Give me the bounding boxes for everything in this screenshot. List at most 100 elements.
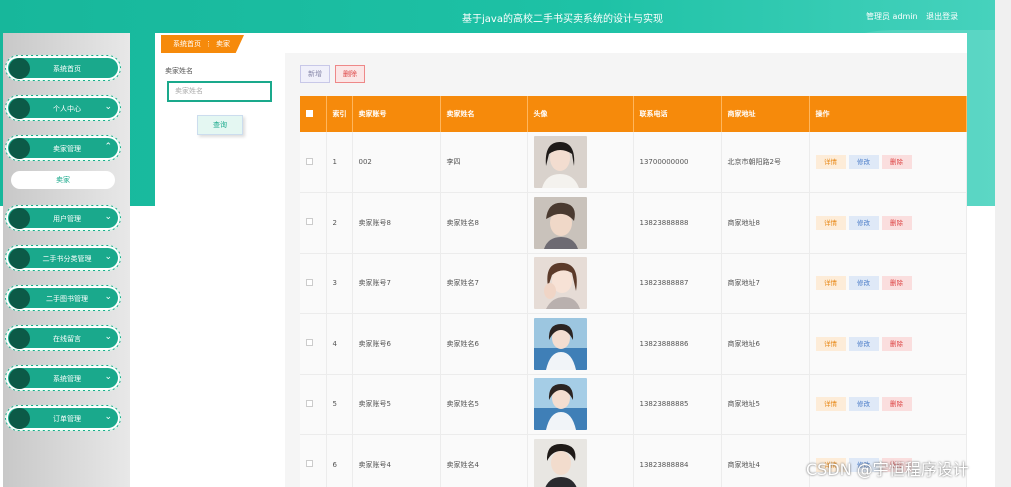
table-row: 5 卖家账号5 卖家姓名5 13823888885 商家地址5 详情 修改 删除 [300, 374, 967, 435]
row-delete-button[interactable]: 删除 [881, 215, 912, 230]
seller-name-search-input[interactable]: 卖家姓名 [167, 81, 272, 102]
chevron-down-icon: ⌄ [104, 292, 112, 302]
sidebar-item-home[interactable]: 系统首页 [5, 55, 121, 81]
detail-button[interactable]: 详情 [815, 215, 846, 230]
table-row: 4 卖家账号6 卖家姓名6 13823888886 商家地址6 详情 修改 删除 [300, 313, 967, 375]
column-header: 索引 [326, 96, 353, 132]
sidebar-item-label: 个人中心 [53, 105, 81, 113]
cell-actions: 详情 修改 删除 [809, 132, 967, 193]
column-header: 卖家姓名 [440, 96, 528, 132]
delete-button[interactable]: 删除 [335, 65, 365, 83]
cell-actions: 详情 修改 删除 [809, 313, 967, 375]
row-checkbox[interactable] [306, 157, 313, 165]
row-checkbox[interactable] [306, 278, 313, 286]
edit-button[interactable]: 修改 [848, 155, 879, 169]
sidebar-item-messages[interactable]: 在线留言 ⌄ [5, 325, 121, 351]
chevron-down-icon: ⌄ [104, 332, 112, 342]
menu-dot-icon [9, 208, 30, 229]
cell-phone: 13700000000 [633, 132, 722, 193]
column-header: 头像 [527, 96, 634, 132]
cell-name: 卖家姓名5 [440, 374, 528, 435]
avatar [533, 438, 587, 487]
detail-button[interactable]: 详情 [815, 276, 846, 291]
cell-name: 卖家姓名6 [440, 313, 528, 375]
sidebar-subitem-seller[interactable]: 卖家 [11, 171, 115, 189]
detail-button[interactable]: 详情 [815, 397, 846, 412]
logout-link[interactable]: 退出登录 [926, 12, 958, 21]
cell-account: 卖家账号8 [352, 192, 441, 254]
cell-account: 卖家账号6 [352, 313, 441, 375]
cell-phone: 13823888886 [633, 313, 722, 375]
cell-address: 商家地址6 [721, 313, 810, 375]
sidebar-item-label: 系统首页 [53, 65, 81, 73]
detail-button[interactable]: 详情 [815, 155, 846, 169]
user-label: 管理员 admin [866, 12, 918, 21]
user-bar: 管理员 admin 退出登录 [866, 11, 964, 22]
edit-button[interactable]: 修改 [848, 336, 879, 351]
cell-account: 002 [352, 132, 441, 193]
cell-address: 商家地址5 [721, 374, 810, 435]
cell-avatar [527, 434, 634, 487]
row-checkbox[interactable] [306, 339, 313, 347]
sidebar-item-label: 订单管理 [53, 415, 81, 423]
row-delete-button[interactable]: 删除 [881, 336, 912, 351]
seller-table: 索引 卖家账号 卖家姓名 头像 联系电话 商家地址 操作 1 002 李四 13… [300, 96, 967, 487]
sidebar-item-orders[interactable]: 订单管理 ⌄ [5, 405, 121, 431]
add-button[interactable]: 新增 [300, 65, 330, 83]
page-scrollbar[interactable] [995, 0, 1011, 487]
sidebar-item-user-management[interactable]: 用户管理 ⌄ [5, 205, 121, 231]
cell-address: 商家地址8 [721, 192, 810, 254]
chevron-down-icon: ⌄ [104, 212, 112, 222]
cell-address: 商家地址7 [721, 253, 810, 314]
row-delete-button[interactable]: 删除 [881, 276, 912, 291]
row-checkbox[interactable] [306, 460, 313, 468]
row-checkbox[interactable] [306, 399, 313, 407]
sidebar-item-profile[interactable]: 个人中心 ⌄ [5, 95, 121, 121]
edit-button[interactable]: 修改 [848, 215, 879, 230]
cell-index: 5 [326, 374, 353, 435]
sidebar-item-seller-management[interactable]: 卖家管理 ⌃ [5, 135, 121, 161]
chevron-down-icon: ⌄ [104, 252, 112, 262]
cell-avatar [527, 192, 634, 254]
breadcrumb: 系统首页 ⋮ 卖家 [161, 35, 244, 53]
breadcrumb-separator: ⋮ [205, 40, 212, 48]
sidebar-item-system[interactable]: 系统管理 ⌄ [5, 365, 121, 391]
app-page: 基于java的高校二手书买卖系统的设计与实现 管理员 admin 退出登录 系统… [0, 0, 1011, 487]
cell-index: 3 [326, 253, 353, 314]
chevron-down-icon: ⌄ [104, 102, 112, 112]
select-all-header[interactable] [300, 96, 327, 132]
column-header: 操作 [809, 96, 967, 132]
watermark: CSDN @宇恒程序设计 [806, 460, 969, 479]
cell-avatar [527, 374, 634, 435]
cell-phone: 13823888887 [633, 253, 722, 314]
detail-button[interactable]: 详情 [815, 336, 846, 351]
breadcrumb-home[interactable]: 系统首页 [173, 40, 201, 48]
cell-actions: 详情 修改 删除 [809, 253, 967, 314]
edit-button[interactable]: 修改 [848, 397, 879, 412]
edit-button[interactable]: 修改 [848, 276, 879, 291]
cell-index: 6 [326, 434, 353, 487]
chevron-down-icon: ⌄ [104, 372, 112, 382]
sidebar-item-label: 二手图书管理 [46, 295, 88, 303]
menu-dot-icon [9, 98, 30, 119]
cell-address: 北京市朝阳路2号 [721, 132, 810, 193]
row-checkbox[interactable] [306, 218, 313, 226]
cell-actions: 详情 修改 删除 [809, 374, 967, 435]
menu-dot-icon [9, 248, 30, 269]
table-row: 3 卖家账号7 卖家姓名7 13823888887 商家地址7 详情 修改 删除 [300, 253, 967, 314]
table-row: 1 002 李四 13700000000 北京市朝阳路2号 详情 修改 删除 [300, 132, 967, 193]
cell-phone: 13823888888 [633, 192, 722, 254]
column-header: 联系电话 [633, 96, 722, 132]
search-button[interactable]: 查询 [197, 115, 243, 135]
row-delete-button[interactable]: 删除 [881, 397, 912, 412]
sidebar-item-books[interactable]: 二手图书管理 ⌄ [5, 285, 121, 311]
avatar [533, 378, 587, 431]
menu-dot-icon [9, 288, 30, 309]
cell-avatar [527, 132, 634, 193]
row-delete-button[interactable]: 删除 [881, 155, 912, 169]
menu-dot-icon [9, 368, 30, 389]
select-all-checkbox[interactable] [306, 109, 313, 117]
sidebar-item-book-category[interactable]: 二手书分类管理 ⌄ [5, 245, 121, 271]
cell-avatar [527, 313, 634, 375]
cell-name: 卖家姓名4 [440, 434, 528, 487]
